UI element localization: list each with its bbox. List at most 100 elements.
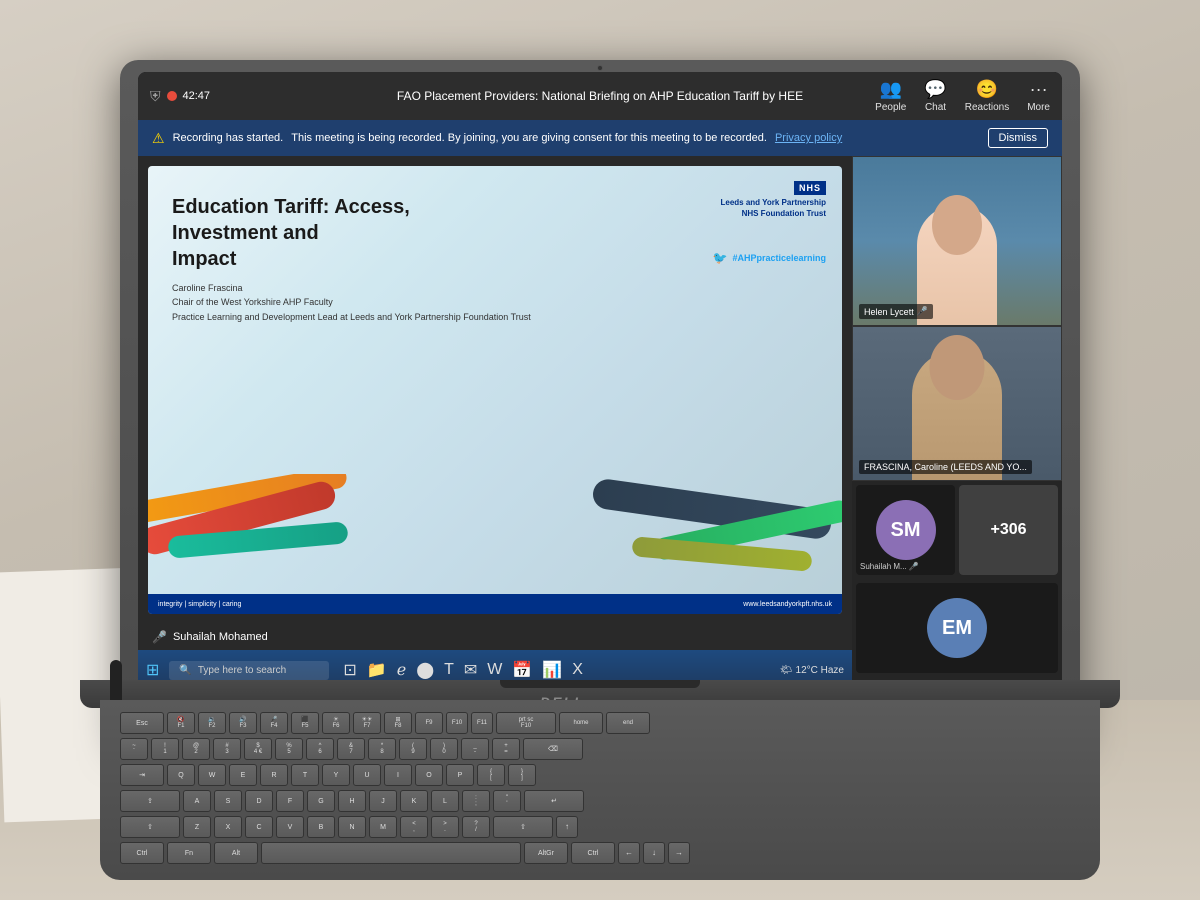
key-b[interactable]: B bbox=[307, 816, 335, 838]
key-f1[interactable]: 🔇F1 bbox=[167, 712, 195, 734]
key-alt[interactable]: Alt bbox=[214, 842, 258, 864]
key-up[interactable]: ↑ bbox=[556, 816, 578, 838]
key-lshift[interactable]: ⇧ bbox=[120, 816, 180, 838]
key-1[interactable]: !1 bbox=[151, 738, 179, 760]
key-l[interactable]: L bbox=[431, 790, 459, 812]
key-8[interactable]: *8 bbox=[368, 738, 396, 760]
key-g[interactable]: G bbox=[307, 790, 335, 812]
key-f6[interactable]: ☀F6 bbox=[322, 712, 350, 734]
people-button[interactable]: 👥 People bbox=[875, 79, 906, 113]
key-end[interactable]: end bbox=[606, 712, 650, 734]
key-f3[interactable]: 🔊F3 bbox=[229, 712, 257, 734]
key-f2[interactable]: 🔉F2 bbox=[198, 712, 226, 734]
reactions-button[interactable]: 😊 Reactions bbox=[965, 79, 1009, 113]
taskbar-ie-icon[interactable]: ℯ bbox=[397, 660, 406, 680]
key-home[interactable]: home bbox=[559, 712, 603, 734]
key-backspace[interactable]: ⌫ bbox=[523, 738, 583, 760]
key-f4[interactable]: 🎤F4 bbox=[260, 712, 288, 734]
key-f7[interactable]: ☀☀F7 bbox=[353, 712, 381, 734]
taskbar-calendar-icon[interactable]: 📅 bbox=[512, 660, 532, 680]
key-rbracket[interactable]: }] bbox=[508, 764, 536, 786]
key-quote[interactable]: "' bbox=[493, 790, 521, 812]
key-e[interactable]: E bbox=[229, 764, 257, 786]
helen-video bbox=[853, 157, 1061, 325]
webcam bbox=[597, 65, 603, 71]
key-capslock[interactable]: ⇪ bbox=[120, 790, 180, 812]
key-d[interactable]: D bbox=[245, 790, 273, 812]
more-button[interactable]: ··· More bbox=[1027, 79, 1050, 113]
key-comma[interactable]: <, bbox=[400, 816, 428, 838]
key-f10[interactable]: F10 bbox=[446, 712, 468, 734]
taskbar-app1-icon[interactable]: 📊 bbox=[542, 660, 562, 680]
taskbar-multiwindow-icon[interactable]: ⊡ bbox=[343, 660, 356, 680]
key-y[interactable]: Y bbox=[322, 764, 350, 786]
key-x[interactable]: X bbox=[214, 816, 242, 838]
key-f9[interactable]: F9 bbox=[415, 712, 443, 734]
key-period[interactable]: >. bbox=[431, 816, 459, 838]
slide-title: Education Tariff: Access, Investment and… bbox=[172, 194, 512, 272]
key-semicolon[interactable]: :; bbox=[462, 790, 490, 812]
key-f11[interactable]: F11 bbox=[471, 712, 493, 734]
key-down[interactable]: ↓ bbox=[643, 842, 665, 864]
key-0[interactable]: )0 bbox=[430, 738, 458, 760]
key-z[interactable]: Z bbox=[183, 816, 211, 838]
taskbar-excel-icon[interactable]: X bbox=[572, 661, 583, 679]
taskbar-word-icon[interactable]: W bbox=[487, 661, 502, 679]
key-m[interactable]: M bbox=[369, 816, 397, 838]
key-n[interactable]: N bbox=[338, 816, 366, 838]
key-left[interactable]: ← bbox=[618, 842, 640, 864]
key-i[interactable]: I bbox=[384, 764, 412, 786]
key-q[interactable]: Q bbox=[167, 764, 195, 786]
key-j[interactable]: J bbox=[369, 790, 397, 812]
key-4[interactable]: $4 € bbox=[244, 738, 272, 760]
privacy-policy-link[interactable]: Privacy policy bbox=[775, 132, 842, 144]
key-enter[interactable]: ↵ bbox=[524, 790, 584, 812]
key-slash[interactable]: ?/ bbox=[462, 816, 490, 838]
key-ctrl[interactable]: Ctrl bbox=[120, 842, 164, 864]
key-minus[interactable]: _- bbox=[461, 738, 489, 760]
suhailah-mic-icon: 🎤 bbox=[909, 562, 919, 571]
key-k[interactable]: K bbox=[400, 790, 428, 812]
key-lbracket[interactable]: {[ bbox=[477, 764, 505, 786]
key-tab[interactable]: ⇥ bbox=[120, 764, 164, 786]
key-3[interactable]: #3 bbox=[213, 738, 241, 760]
key-9[interactable]: (9 bbox=[399, 738, 427, 760]
key-h[interactable]: H bbox=[338, 790, 366, 812]
key-w[interactable]: W bbox=[198, 764, 226, 786]
key-v[interactable]: V bbox=[276, 816, 304, 838]
key-backtick[interactable]: ~` bbox=[120, 738, 148, 760]
key-fn[interactable]: Fn bbox=[167, 842, 211, 864]
key-right[interactable]: → bbox=[668, 842, 690, 864]
key-altgr[interactable]: AltGr bbox=[524, 842, 568, 864]
taskbar-search-box[interactable]: 🔍 Type here to search bbox=[169, 661, 329, 680]
key-r[interactable]: R bbox=[260, 764, 288, 786]
key-equals[interactable]: += bbox=[492, 738, 520, 760]
taskbar-mail-icon[interactable]: ✉ bbox=[464, 660, 477, 680]
key-o[interactable]: O bbox=[415, 764, 443, 786]
key-p[interactable]: P bbox=[446, 764, 474, 786]
key-6[interactable]: ^6 bbox=[306, 738, 334, 760]
key-c[interactable]: C bbox=[245, 816, 273, 838]
key-space[interactable] bbox=[261, 842, 521, 864]
key-rshift[interactable]: ⇧ bbox=[493, 816, 553, 838]
taskbar-chrome-icon[interactable]: ⬤ bbox=[416, 660, 434, 680]
key-f5[interactable]: ⬛F5 bbox=[291, 712, 319, 734]
windows-logo[interactable]: ⊞ bbox=[146, 660, 159, 680]
taskbar-folder-icon[interactable]: 📁 bbox=[367, 660, 387, 680]
key-esc[interactable]: Esc bbox=[120, 712, 164, 734]
key-prtsc[interactable]: prt scF10 bbox=[496, 712, 556, 734]
key-2[interactable]: @2 bbox=[182, 738, 210, 760]
dismiss-button[interactable]: Dismiss bbox=[988, 128, 1049, 148]
chat-button[interactable]: 💬 Chat bbox=[924, 79, 946, 113]
taskbar-teams-icon[interactable]: T bbox=[444, 661, 454, 679]
key-s[interactable]: S bbox=[214, 790, 242, 812]
key-rctrl[interactable]: Ctrl bbox=[571, 842, 615, 864]
key-u[interactable]: U bbox=[353, 764, 381, 786]
key-a[interactable]: A bbox=[183, 790, 211, 812]
shield-icon: ⛨ bbox=[150, 88, 161, 105]
key-f8[interactable]: ⊞F8 bbox=[384, 712, 412, 734]
key-f[interactable]: F bbox=[276, 790, 304, 812]
key-5[interactable]: %5 bbox=[275, 738, 303, 760]
key-7[interactable]: &7 bbox=[337, 738, 365, 760]
key-t[interactable]: T bbox=[291, 764, 319, 786]
